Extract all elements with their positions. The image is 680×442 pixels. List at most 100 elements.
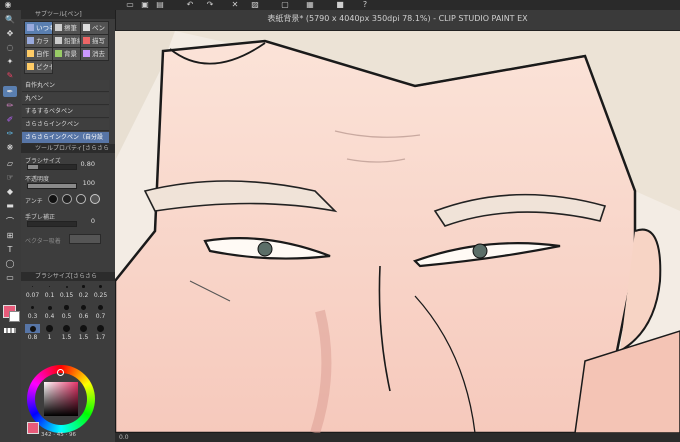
- opacity-value[interactable]: 100: [73, 179, 95, 187]
- pen-icon: [83, 24, 90, 31]
- brush-size-label: 0.15: [59, 292, 74, 299]
- brush-size-cell[interactable]: [25, 282, 40, 291]
- sub-tool-panel-header: サブツール[ペン]: [21, 10, 115, 19]
- sub-tool-tab-0[interactable]: いつも: [24, 21, 53, 35]
- brush-list-item[interactable]: さらさらインクペン（自分設定）: [22, 132, 109, 152]
- fill-tool-icon[interactable]: ◆: [3, 186, 17, 197]
- draw-icon: [83, 37, 90, 44]
- anti-alias-medium[interactable]: [76, 194, 86, 204]
- drawing-canvas[interactable]: [115, 31, 680, 433]
- brush-size-label: 1.5: [61, 334, 72, 341]
- sub-tool-tab-3[interactable]: カラ: [24, 34, 53, 48]
- redo-icon[interactable]: ↷: [205, 0, 215, 9]
- brush-size-cell[interactable]: [76, 324, 91, 333]
- brush-size-cell[interactable]: [59, 303, 74, 312]
- custom-icon: [27, 50, 34, 57]
- brush-size-cell[interactable]: [42, 324, 57, 333]
- sub-tool-tab-label: 鉛筆線画: [64, 37, 80, 45]
- sub-tool-tab-4[interactable]: 鉛筆線画: [52, 34, 81, 48]
- brush-list-item[interactable]: 自作丸ペン: [22, 80, 109, 92]
- brush-list-item[interactable]: さらさらインクペン: [22, 119, 109, 131]
- new-file-icon[interactable]: ▭: [125, 0, 135, 9]
- pen-tool-icon[interactable]: ✒: [3, 86, 17, 97]
- sub-tool-tab-label: カラ: [36, 37, 49, 45]
- sub-tool-tab-7[interactable]: 背景: [52, 47, 81, 61]
- figure-tool-icon[interactable]: ⌒: [3, 216, 17, 227]
- sub-tool-tab-2[interactable]: ペン: [80, 21, 109, 35]
- sub-tool-tab-label: 描写: [92, 37, 105, 45]
- brush-list-item[interactable]: するするベタペン: [22, 106, 109, 118]
- brush-size-cell[interactable]: [93, 282, 108, 291]
- brush-size-cell[interactable]: [93, 324, 108, 333]
- gradient-tool-icon[interactable]: ▬: [3, 200, 17, 211]
- auto-select-tool-icon[interactable]: ✦: [3, 56, 17, 67]
- tool-property-title: ツールプロパティ[さらさら: [35, 145, 109, 152]
- sub-tool-tab-6[interactable]: 自作: [24, 47, 53, 61]
- brush-size-cell[interactable]: [76, 303, 91, 312]
- pencil-tool-icon[interactable]: ✏: [3, 100, 17, 111]
- move-tool-icon[interactable]: ✥: [3, 28, 17, 39]
- brush-size-cell[interactable]: [59, 324, 74, 333]
- fill-icon[interactable]: ■: [335, 0, 345, 9]
- sub-tool-tab-1[interactable]: 擦筆: [52, 21, 81, 35]
- brush-size-cell[interactable]: [76, 282, 91, 291]
- undo-icon[interactable]: ↶: [185, 0, 195, 9]
- brush-list-item[interactable]: 丸ペン: [22, 93, 109, 105]
- eyedropper-tool-icon[interactable]: ✎: [3, 70, 17, 81]
- line-fix-tool-icon[interactable]: ▭: [3, 272, 17, 283]
- stabilization-slider[interactable]: [27, 221, 77, 227]
- select-tool-icon[interactable]: ◌: [3, 42, 17, 53]
- saturation-value-square[interactable]: [44, 382, 78, 416]
- open-file-icon[interactable]: ▣: [140, 0, 150, 9]
- brush-size-dot: [65, 285, 68, 288]
- eraser-tool-icon[interactable]: ▱: [3, 158, 17, 169]
- brush-size-cell[interactable]: [25, 303, 40, 312]
- transparent-color-swatch[interactable]: [4, 328, 16, 333]
- brush-size-cell[interactable]: [59, 282, 74, 291]
- sub-tool-tab-label: 自作: [36, 50, 49, 58]
- sub-tool-tab-label: 消去: [92, 50, 105, 58]
- opacity-slider[interactable]: [27, 183, 77, 189]
- decoration-tool-icon[interactable]: ❋: [3, 142, 17, 153]
- select-icon[interactable]: ▢: [280, 0, 290, 9]
- sub-color-swatch[interactable]: [9, 311, 20, 322]
- brush-size-dot: [48, 285, 51, 288]
- zoom-tool-icon[interactable]: 🔍: [3, 14, 17, 25]
- app-logo-icon[interactable]: ◉: [3, 0, 13, 9]
- brush-size-dot: [82, 285, 85, 288]
- brush-size-cell[interactable]: [25, 324, 40, 333]
- background-icon: [55, 50, 62, 57]
- brush-tool-icon[interactable]: ✐: [3, 114, 17, 125]
- window-title: 表紙背景* (5790 x 4040px 350dpi 78.1%) - CLI…: [267, 14, 528, 23]
- pencil-icon: [55, 37, 62, 44]
- grid-icon[interactable]: ▦: [305, 0, 315, 9]
- brush-size-cell[interactable]: [42, 303, 57, 312]
- wheel-main-color[interactable]: [27, 422, 39, 434]
- brush-size-cell[interactable]: [93, 303, 108, 312]
- balloon-tool-icon[interactable]: ◯: [3, 258, 17, 269]
- stabilization-value[interactable]: 0: [73, 217, 95, 225]
- airbrush-tool-icon[interactable]: ✑: [3, 128, 17, 139]
- anti-alias-none[interactable]: [48, 194, 58, 204]
- pen-nib-icon: [27, 24, 34, 31]
- hue-marker[interactable]: [57, 369, 64, 376]
- sub-tool-tab-5[interactable]: 描写: [80, 34, 109, 48]
- sub-tool-tab-9[interactable]: ピクセ: [24, 60, 53, 74]
- brush-size-label: 0.2: [78, 292, 89, 299]
- brush-size-value[interactable]: 0.80: [73, 160, 95, 168]
- help-icon[interactable]: ?: [360, 0, 370, 9]
- frame-tool-icon[interactable]: ⊞: [3, 230, 17, 241]
- sub-tool-tab-8[interactable]: 消去: [80, 47, 109, 61]
- artwork: [115, 31, 680, 433]
- transform-icon[interactable]: ▨: [250, 0, 260, 9]
- brush-size-slider[interactable]: [27, 164, 77, 170]
- anti-alias-weak[interactable]: [62, 194, 72, 204]
- blend-tool-icon[interactable]: ☞: [3, 172, 17, 183]
- vector-snap-selector[interactable]: [69, 234, 101, 244]
- tool-property-header: ツールプロパティ[さらさら: [21, 144, 115, 153]
- save-icon[interactable]: ▤: [155, 0, 165, 9]
- brush-size-cell[interactable]: [42, 282, 57, 291]
- text-tool-icon[interactable]: T: [3, 244, 17, 255]
- anti-alias-strong[interactable]: [90, 194, 100, 204]
- clear-icon[interactable]: ✕: [230, 0, 240, 9]
